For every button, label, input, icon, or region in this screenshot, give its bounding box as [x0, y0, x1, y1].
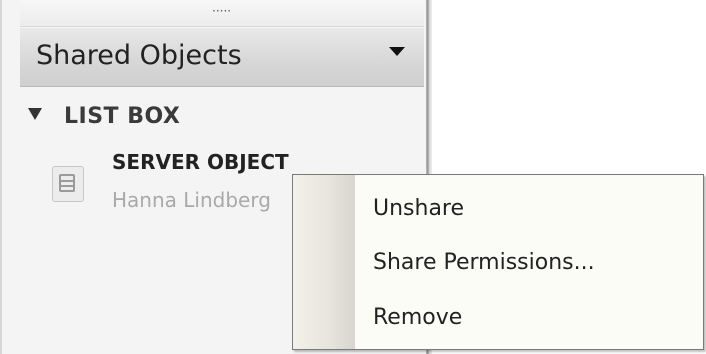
menu-icon-gutter [293, 175, 355, 349]
menu-item-remove[interactable]: Remove [355, 296, 701, 340]
object-title: SERVER OBJECT [112, 150, 289, 174]
list-box-icon [52, 166, 84, 202]
expand-triangle-icon[interactable] [28, 108, 42, 120]
app-window: ····· Shared Objects LIST BOX SERVER OBJ… [0, 0, 706, 354]
menu-item-unshare[interactable]: Unshare [355, 187, 701, 231]
list-box-glyph [59, 174, 75, 192]
dropdown-arrow-icon[interactable] [389, 47, 405, 56]
menu-item-share-permissions[interactable]: Share Permissions... [355, 241, 701, 285]
panel-header[interactable]: Shared Objects [20, 27, 424, 87]
group-label: LIST BOX [64, 104, 181, 129]
resize-grip[interactable]: ····· [212, 5, 231, 17]
panel-title: Shared Objects [36, 40, 242, 71]
object-owner: Hanna Lindberg [112, 188, 271, 212]
panel-top-strip: ····· [20, 0, 424, 27]
context-menu: Unshare Share Permissions... Remove [292, 174, 704, 350]
